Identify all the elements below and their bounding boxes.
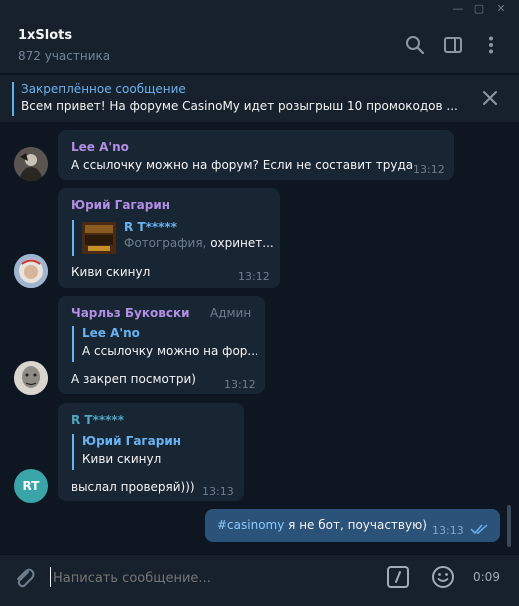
attach-icon[interactable] (12, 566, 36, 590)
reply-sender: Юрий Гагарин (82, 434, 182, 448)
photo-thumbnail-icon (82, 222, 116, 254)
message-time: 13:13 (202, 485, 234, 498)
avatar-photo-icon (14, 147, 48, 181)
pinned-accent-bar (12, 82, 14, 116)
message-bubble[interactable]: Юрий Гагарин R T***** Фотография, охрине… (58, 188, 280, 288)
sender-name[interactable]: Lee A'no (71, 140, 129, 154)
avatar-lee[interactable] (14, 147, 48, 181)
reply-kind: Фотография, (124, 236, 207, 250)
member-count: 872 участника (18, 49, 111, 63)
avatar-gagarin[interactable] (14, 254, 48, 288)
sender-name[interactable]: Юрий Гагарин (71, 198, 170, 212)
reply-quote[interactable]: Lee A'no А ссылочку можно на фор... (72, 326, 257, 362)
reply-thumbnail (82, 222, 116, 254)
message-input[interactable] (53, 565, 373, 591)
reply-sender: Lee A'no (82, 326, 140, 340)
reply-preview: Фотография, охринет... (124, 236, 274, 250)
pinned-message[interactable]: Закреплённое сообщение Всем привет! На ф… (0, 74, 519, 122)
message-list[interactable]: Lee A'no А ссылочку можно на форум? Если… (0, 122, 519, 554)
pinned-text: Всем привет! На форуме CasinoMy идет роз… (21, 99, 458, 113)
maximize-button[interactable]: ▢ (470, 1, 488, 17)
reply-sender: R T***** (124, 220, 177, 234)
reply-quote[interactable]: R T***** Фотография, охринет... (72, 220, 274, 256)
bot-commands-icon[interactable] (386, 565, 410, 589)
more-menu-icon[interactable] (480, 34, 502, 56)
message-text: Киви скинул (71, 265, 151, 279)
message-input-bar: 0:09 (0, 554, 519, 600)
message-time: 13:12 (238, 270, 270, 283)
reply-text: охринет... (206, 236, 274, 250)
sender-name[interactable]: R T***** (71, 413, 124, 427)
message-bubble[interactable]: Lee A'no А ссылочку можно на форум? Если… (58, 130, 454, 180)
chat-header: 1xSlots 872 участника (0, 18, 519, 74)
sender-name[interactable]: Чарльз Буковски (71, 306, 190, 320)
message-time: 13:13 (432, 524, 464, 537)
window-titlebar: — ▢ ✕ (0, 0, 519, 18)
close-pinned-icon[interactable] (481, 89, 499, 107)
message-bubble[interactable]: Чарльз Буковски Админ Lee A'no А ссылочк… (58, 296, 265, 394)
avatar-photo-icon (14, 254, 48, 288)
avatar-rt[interactable]: RT (14, 469, 48, 503)
emoji-icon[interactable] (431, 565, 455, 589)
search-icon[interactable] (404, 34, 426, 56)
message-text: А закреп посмотри) (71, 372, 196, 386)
message-time: 13:12 (413, 163, 445, 176)
close-window-button[interactable]: ✕ (492, 1, 510, 17)
pinned-title: Закреплённое сообщение (21, 82, 186, 96)
sidebar-toggle-icon[interactable] (442, 34, 464, 56)
read-checkmarks-icon (470, 524, 488, 535)
hashtag-link[interactable]: #casinomy (217, 518, 284, 532)
message-text: выслал проверяй))) (71, 480, 195, 494)
scrollbar-thumb[interactable] (507, 505, 511, 547)
outgoing-text: я не бот, поучаствую) (284, 518, 427, 532)
outgoing-message-bubble[interactable]: #casinomy я не бот, поучаствую) 13:13 (205, 509, 500, 542)
message-time: 13:12 (224, 378, 256, 391)
reply-text: А ссылочку можно на фор... (82, 344, 257, 358)
bottom-edge (0, 600, 519, 606)
chat-title[interactable]: 1xSlots (18, 28, 72, 43)
outgoing-message-text: #casinomy я не бот, поучаствую) (217, 518, 427, 532)
avatar-photo-icon (14, 361, 48, 395)
admin-badge: Админ (210, 306, 252, 320)
voice-record-timer[interactable]: 0:09 (473, 570, 500, 584)
reply-quote[interactable]: Юрий Гагарин Киви скинул (72, 434, 232, 470)
reply-text: Киви скинул (82, 452, 162, 466)
avatar-bukowski[interactable] (14, 361, 48, 395)
minimize-button[interactable]: — (449, 1, 467, 17)
text-cursor (50, 567, 51, 587)
message-text: А ссылочку можно на форум? Если не соста… (71, 158, 414, 172)
message-bubble[interactable]: R T***** Юрий Гагарин Киви скинул выслал… (58, 403, 244, 501)
